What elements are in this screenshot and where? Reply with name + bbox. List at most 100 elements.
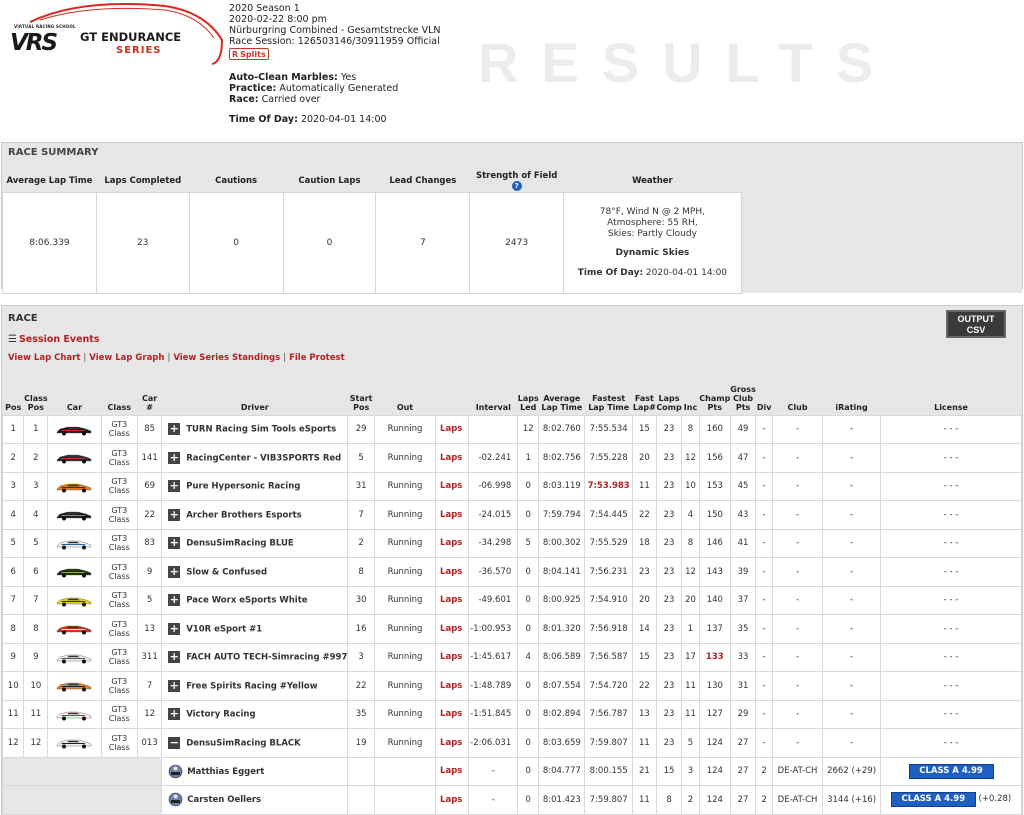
weather-line: Skies: Partly Cloudy — [607, 228, 697, 239]
splits-button[interactable]: R Splits — [229, 48, 269, 60]
expand-icon[interactable]: + — [168, 480, 181, 493]
fastest-lap-cell: 7:55.529 — [584, 528, 633, 558]
fastest-lap-cell: 7:56.231 — [584, 557, 633, 587]
tod-label: Time Of Day: — [229, 114, 298, 125]
driver-name[interactable]: Victory Racing — [186, 710, 255, 720]
sub-laps-link[interactable]: Laps — [435, 785, 470, 815]
pos-cell: 4 — [1, 500, 25, 530]
column-header-car-number: Car # — [142, 393, 158, 412]
div-cell: - — [755, 471, 774, 501]
pos-cell: 10 — [1, 671, 25, 701]
expand-icon[interactable]: + — [168, 679, 181, 692]
laps-link[interactable]: Laps — [435, 671, 470, 701]
summary-header: Weather — [632, 176, 673, 187]
driver-name[interactable]: TURN Racing Sim Tools eSports — [186, 425, 336, 435]
laps-link[interactable]: Laps — [435, 728, 470, 758]
view-series-standings-link[interactable]: View Series Standings — [173, 353, 280, 363]
class-line: Class — [108, 685, 130, 695]
expand-icon[interactable]: + — [168, 708, 181, 721]
driver-cell: − DensuSimRacing BLACK — [161, 728, 349, 758]
class-line: Class — [108, 543, 130, 553]
class-cell: GT3 Class — [100, 557, 139, 587]
driver-name[interactable]: DensuSimRacing BLACK — [186, 738, 301, 748]
interval-cell: -06.998 — [468, 471, 519, 501]
laps-link[interactable]: Laps — [435, 528, 470, 558]
laps-comp-cell: 23 — [655, 671, 683, 701]
driver-name[interactable]: FACH AUTO TECH-Simracing #997 — [186, 653, 347, 663]
driver-name[interactable]: Pace Worx eSports White — [186, 596, 307, 606]
champ-pts-cell: 130 — [698, 671, 731, 701]
expand-icon[interactable]: + — [168, 423, 181, 436]
class-pos-cell: 5 — [23, 528, 49, 558]
laps-led-cell: 0 — [517, 557, 540, 587]
license-change: (+0.28) — [978, 794, 1012, 805]
driver-name[interactable]: Pure Hypersonic Racing — [186, 482, 300, 492]
div-cell: - — [755, 614, 774, 644]
laps-link[interactable]: Laps — [435, 443, 470, 473]
laps-link[interactable]: Laps — [435, 699, 470, 729]
sub-laps-link[interactable]: Laps — [435, 756, 470, 786]
laps-link[interactable]: Laps — [435, 557, 470, 587]
sub-driver-name[interactable]: Matthias Eggert — [187, 767, 264, 777]
expand-icon[interactable]: + — [168, 537, 181, 550]
expand-icon[interactable]: + — [168, 651, 181, 664]
table-row: 3 3 GT3 Class 69 + Pure Hypersonic Racing 31 Run… — [1, 471, 1022, 501]
pos-cell: 6 — [1, 557, 25, 587]
club-cell: - — [772, 614, 824, 644]
laps-led-cell: 0 — [517, 471, 540, 501]
irating-change: (+29) — [851, 766, 877, 777]
club-pts-cell: 29 — [729, 699, 757, 729]
driver-name[interactable]: DensuSimRacing BLUE — [186, 539, 294, 549]
fast-lap-num-cell: 11 — [631, 728, 657, 758]
sub-driver-name[interactable]: Carsten Oellers — [187, 795, 261, 805]
output-csv-button[interactable]: OUTPUT CSV — [946, 310, 1006, 338]
laps-link[interactable]: Laps — [435, 614, 470, 644]
session-events-label: Session Events — [18, 334, 100, 345]
laps-comp-cell: 23 — [655, 528, 683, 558]
laps-link[interactable]: Laps — [435, 500, 470, 530]
laps-led-cell: 12 — [517, 414, 540, 444]
collapse-icon[interactable]: − — [168, 736, 181, 749]
avg-lap-cell: 7:59.794 — [538, 500, 586, 530]
class-line: Class — [108, 457, 130, 467]
race-session-id: Race Session: 126503146/30911959 Officia… — [229, 36, 440, 47]
summary-header: Strength of Field ? — [470, 171, 564, 192]
expand-icon[interactable]: + — [168, 622, 181, 635]
class-line: Class — [108, 628, 130, 638]
car-number-cell: 7 — [137, 671, 163, 701]
driver-name[interactable]: Free Spirits Racing #Yellow — [186, 681, 317, 691]
session-events-link[interactable]: ☰ Session Events — [8, 334, 100, 345]
out-cell: Running — [373, 585, 437, 615]
club-pts-cell: 39 — [729, 557, 757, 587]
laps-link[interactable]: Laps — [435, 585, 470, 615]
file-protest-link[interactable]: File Protest — [289, 353, 345, 363]
table-row: 7 7 GT3 Class 5 + Pace Worx eSports White 30 Run… — [1, 585, 1022, 615]
driver-cell: + DensuSimRacing BLUE — [161, 528, 349, 558]
car-number-cell: 311 — [137, 642, 163, 672]
help-icon[interactable]: ? — [511, 181, 522, 191]
weather-tod-label: Time Of Day: — [577, 267, 644, 278]
class-line: Class — [108, 429, 130, 439]
driver-name[interactable]: Slow & Confused — [186, 567, 267, 577]
expand-icon[interactable]: + — [168, 565, 181, 578]
view-lap-chart-link[interactable]: View Lap Chart — [8, 353, 80, 363]
view-lap-graph-link[interactable]: View Lap Graph — [89, 353, 164, 363]
driver-name[interactable]: Archer Brothers Esports — [186, 510, 301, 520]
expand-icon[interactable]: + — [168, 451, 181, 464]
sub-club-pts-cell: 27 — [729, 785, 757, 815]
start-pos-cell: 16 — [347, 614, 375, 644]
expand-icon[interactable]: + — [168, 508, 181, 521]
column-header-interval: Interval — [475, 402, 511, 412]
fast-lap-num-cell: 18 — [631, 528, 657, 558]
laps-link[interactable]: Laps — [435, 414, 470, 444]
driver-name[interactable]: RacingCenter - VIB3SPORTS Red — [186, 453, 341, 463]
laps-link[interactable]: Laps — [435, 642, 470, 672]
driver-name[interactable]: V10R eSport #1 — [186, 624, 262, 634]
inc-cell: 1 — [681, 614, 700, 644]
sub-fast-lap-num-cell: 21 — [631, 756, 657, 786]
laps-link[interactable]: Laps — [435, 471, 470, 501]
expand-icon[interactable]: + — [168, 594, 181, 607]
laps-comp-cell: 23 — [655, 728, 683, 758]
class-line: GT3 — [111, 676, 128, 686]
div-cell: - — [755, 585, 774, 615]
